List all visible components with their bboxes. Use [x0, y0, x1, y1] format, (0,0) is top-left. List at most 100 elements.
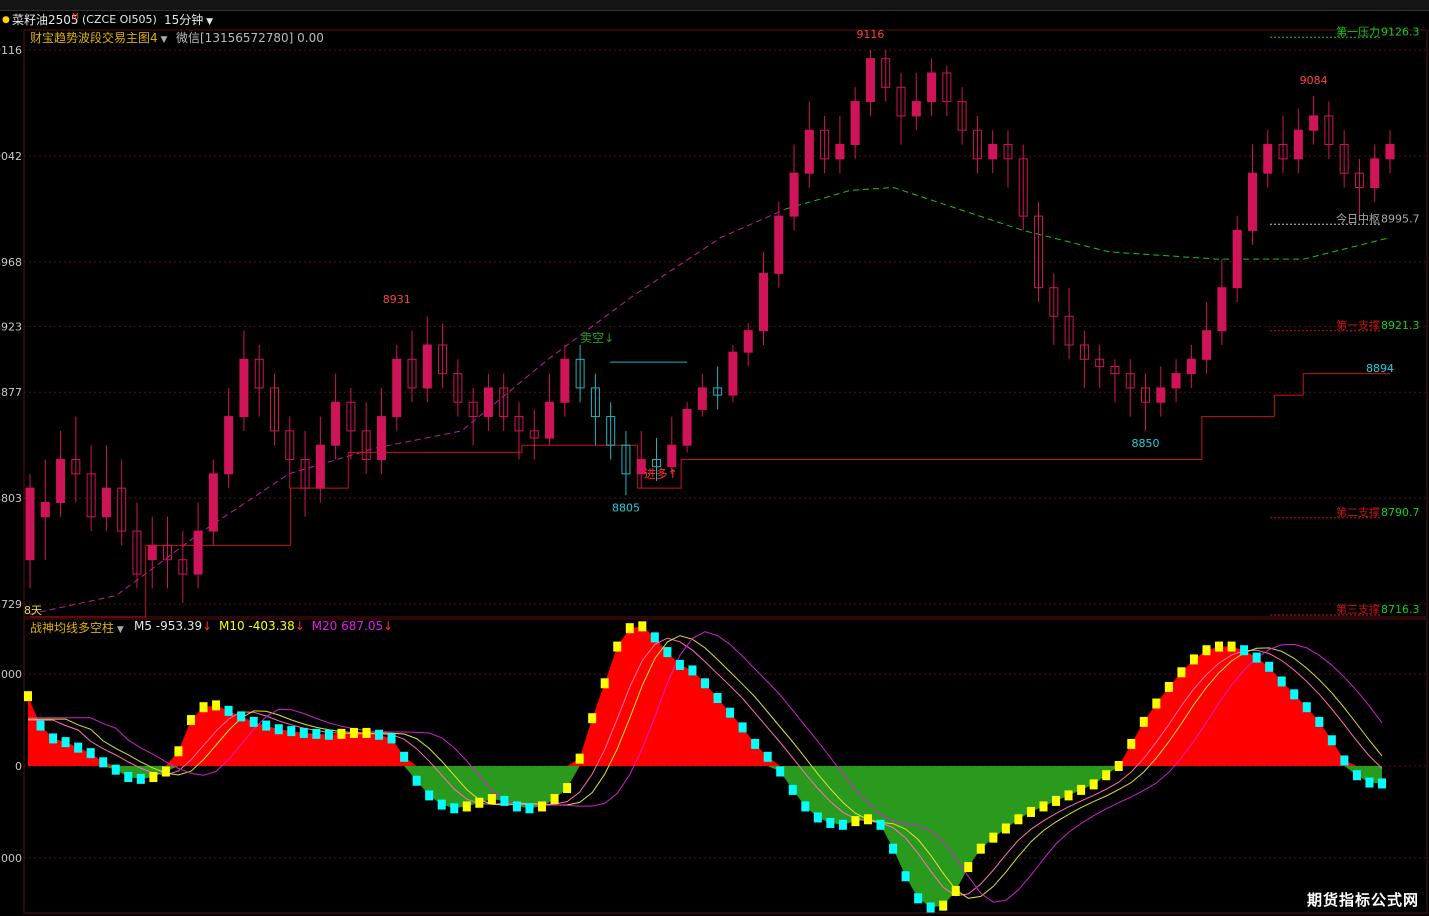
candle-body	[1217, 287, 1227, 332]
candle-body	[667, 444, 677, 468]
level-label: 第三支撑	[1336, 602, 1380, 616]
hist-marker	[600, 678, 609, 689]
hist-marker	[1114, 761, 1123, 771]
hist-marker	[801, 801, 810, 812]
hist-marker	[462, 801, 471, 812]
level-value: 8921.3	[1381, 319, 1420, 332]
hist-marker	[650, 632, 659, 643]
price-label: 8931	[383, 293, 411, 306]
y-tick-label: 8968	[0, 256, 22, 269]
y-tick-label: 9042	[0, 150, 22, 163]
candle-body	[1232, 229, 1242, 289]
hist-marker	[1302, 702, 1311, 713]
y-tick-label: 8877	[0, 386, 22, 399]
hist-marker	[287, 726, 296, 737]
hist-marker	[199, 702, 208, 713]
candle-body	[422, 344, 432, 389]
hist-marker	[1164, 681, 1173, 692]
main-panel-frame	[23, 29, 1428, 618]
level-label: 第一压力	[1336, 24, 1380, 38]
y-tick-label: 0	[15, 760, 22, 773]
hist-marker	[575, 753, 584, 764]
hist-marker	[964, 862, 973, 873]
hist-marker	[74, 742, 83, 753]
hist-marker	[324, 729, 333, 740]
hist-marker	[349, 727, 358, 738]
level-value: 8995.7	[1381, 212, 1420, 225]
candle-body	[804, 129, 814, 174]
hist-marker	[437, 799, 446, 810]
hist-marker	[375, 729, 384, 740]
hist-marker	[550, 794, 559, 805]
candle-body	[850, 101, 860, 146]
hist-marker	[776, 766, 785, 777]
level-label: 第一支撑	[1336, 318, 1380, 332]
hist-marker	[111, 764, 120, 775]
hist-marker	[36, 720, 45, 731]
hist-marker	[262, 720, 271, 731]
hist-marker	[1315, 716, 1324, 727]
hist-marker	[387, 733, 396, 744]
candle-body	[224, 416, 234, 475]
candle-body	[1370, 158, 1380, 188]
hist-marker	[1014, 814, 1023, 825]
hist-marker	[563, 783, 572, 794]
level-value: 9126.3	[1381, 25, 1420, 38]
candle-body	[25, 487, 35, 561]
hist-marker	[738, 722, 747, 733]
price-label: 8894	[1366, 362, 1394, 375]
hist-marker	[663, 647, 672, 658]
hist-marker	[989, 832, 998, 843]
watermark: 期货指标公式网	[1306, 891, 1419, 909]
hist-marker	[1202, 645, 1211, 656]
hist-marker	[625, 623, 634, 634]
hist-marker	[212, 700, 221, 711]
hist-marker	[1327, 735, 1336, 746]
hist-marker	[1077, 784, 1086, 795]
hist-marker	[751, 738, 760, 749]
hist-marker	[726, 707, 735, 718]
candle-body	[1156, 387, 1166, 403]
hist-marker	[1001, 823, 1010, 834]
hist-marker	[299, 727, 308, 738]
hist-marker	[838, 819, 847, 830]
hist-marker	[1052, 795, 1061, 806]
hist-marker	[1139, 716, 1148, 727]
hist-marker	[613, 641, 622, 652]
candle-body	[927, 72, 937, 103]
hist-marker	[24, 691, 32, 702]
candle-body	[315, 444, 325, 489]
hist-marker	[1290, 689, 1299, 700]
hist-marker	[951, 885, 960, 896]
hist-marker	[487, 794, 496, 805]
y-tick-label: 8729	[0, 598, 22, 611]
hist-marker	[186, 715, 195, 726]
hist-marker	[1064, 790, 1073, 801]
hist-marker	[1240, 645, 1249, 656]
hist-marker	[1277, 676, 1286, 687]
chart-canvas[interactable]: 9116 9042 8968 8923 8877 8803 8729 8931 9116 9084…	[0, 0, 1429, 916]
hist-marker	[1127, 738, 1136, 749]
hist-marker	[1039, 801, 1048, 812]
price-label: 9116	[856, 28, 884, 41]
candle-body	[728, 351, 738, 396]
candle-body	[392, 358, 402, 418]
hist-marker	[412, 775, 421, 786]
y-tick-label: 8923	[0, 320, 22, 333]
step-support-line	[30, 373, 1390, 618]
hist-marker	[500, 795, 509, 806]
level-label: 第二支撑	[1336, 505, 1380, 519]
y-tick-label: -5000	[0, 852, 22, 865]
candle-body	[208, 473, 218, 532]
hist-marker	[1102, 770, 1111, 781]
hist-marker	[512, 801, 521, 812]
candle-body	[560, 358, 570, 403]
hist-marker	[161, 766, 170, 777]
histogram-negative-area	[28, 766, 1382, 908]
sell-signal-label: 卖空↓	[580, 331, 614, 345]
ma-line-magenta	[29, 208, 786, 615]
candle-body	[1202, 330, 1212, 360]
buy-signal-label: 进多↑	[644, 467, 678, 481]
level-value: 8790.7	[1381, 506, 1420, 519]
ma-line-green	[785, 186, 1391, 260]
